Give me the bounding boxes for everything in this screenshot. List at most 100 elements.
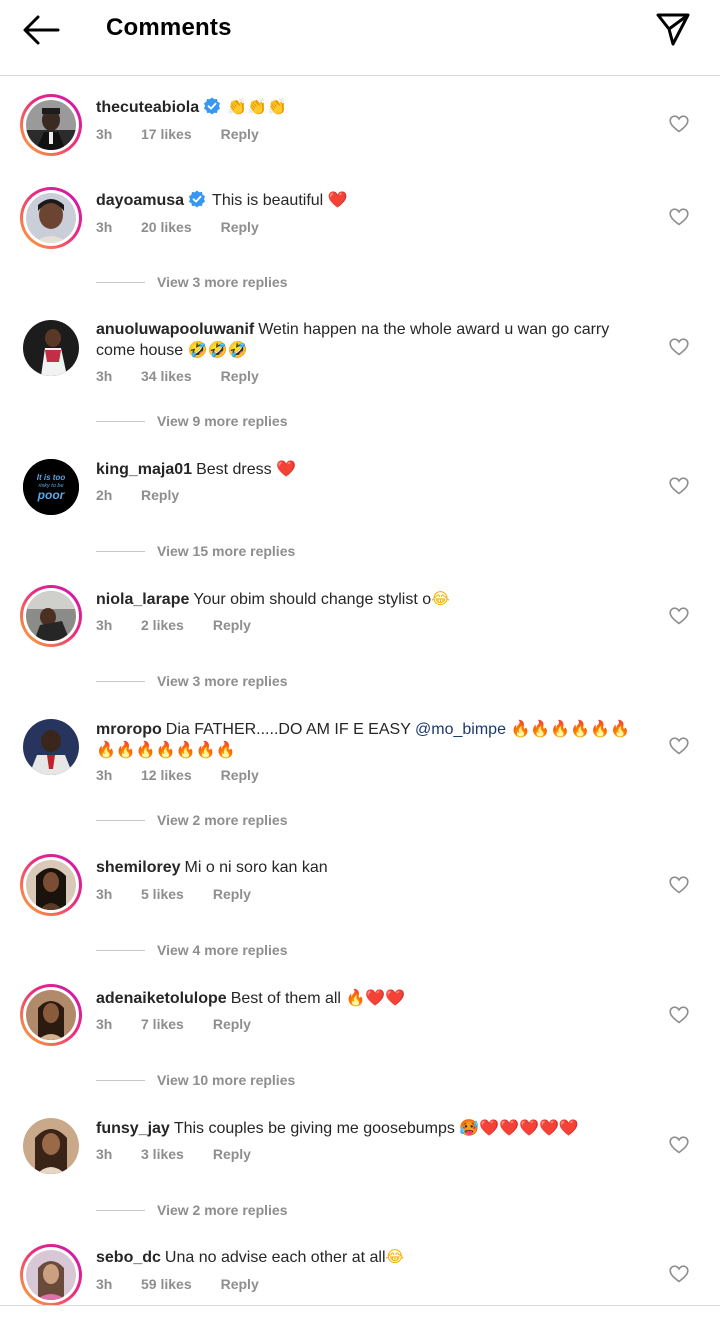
view-more-replies[interactable]: View 3 more replies: [96, 272, 287, 292]
comment-username[interactable]: niola_larape: [96, 591, 189, 608]
comment-likes[interactable]: 59 likes: [141, 1276, 192, 1292]
comment-meta: 3h 7 likes Reply: [96, 1016, 251, 1032]
avatar[interactable]: [20, 984, 82, 1046]
comment-username[interactable]: king_maja01: [96, 461, 192, 478]
comment-text: funsy_jay This couples be giving me goose…: [96, 1118, 644, 1139]
divider: [96, 420, 145, 422]
avatar[interactable]: [20, 187, 82, 249]
comment-likes[interactable]: 20 likes: [141, 219, 192, 235]
avatar[interactable]: [20, 1115, 82, 1177]
avatar[interactable]: [20, 317, 82, 379]
divider: [96, 680, 145, 682]
divider: [96, 819, 145, 821]
reply-button[interactable]: Reply: [221, 368, 259, 384]
reply-button[interactable]: Reply: [221, 1276, 259, 1292]
comment-username[interactable]: mroropo: [96, 721, 162, 738]
avatar[interactable]: [20, 1244, 82, 1306]
comment-username[interactable]: shemilorey: [96, 859, 180, 876]
view-more-replies[interactable]: View 10 more replies: [96, 1070, 295, 1090]
comment-text: mroropo Dia FATHER.....DO AM IF E EASY @m…: [96, 719, 644, 761]
view-more-replies-label: View 15 more replies: [157, 543, 296, 559]
view-more-replies[interactable]: View 2 more replies: [96, 1200, 287, 1220]
comment-username[interactable]: thecuteabiola: [96, 99, 199, 116]
divider: [96, 550, 145, 552]
comment-likes[interactable]: 12 likes: [141, 767, 192, 783]
comment-text: sebo_dc Una no advise each other at all😂: [96, 1247, 644, 1268]
comment-username[interactable]: anuoluwapooluwanif: [96, 321, 254, 338]
comment-text: king_maja01 Best dress ❤️: [96, 459, 644, 480]
comment-emoji: 🔥❤️❤️: [345, 988, 406, 1007]
reply-button[interactable]: Reply: [213, 886, 251, 902]
avatar[interactable]: [20, 716, 82, 778]
comment-username[interactable]: dayoamusa: [96, 192, 184, 209]
comment-meta: 3h 3 likes Reply: [96, 1146, 251, 1162]
comment-likes[interactable]: 34 likes: [141, 368, 192, 384]
comment-emoji: 😂: [385, 1247, 405, 1266]
comment-text: adenaiketolulope Best of them all 🔥❤️❤️: [96, 988, 644, 1009]
mention-link[interactable]: @mo_bimpe: [415, 721, 506, 738]
reply-button[interactable]: Reply: [221, 126, 259, 142]
heart-icon[interactable]: [669, 607, 689, 625]
comment-likes[interactable]: 5 likes: [141, 886, 184, 902]
avatar[interactable]: [20, 585, 82, 647]
comment-likes[interactable]: 7 likes: [141, 1016, 184, 1032]
reply-button[interactable]: Reply: [213, 1016, 251, 1032]
view-more-replies[interactable]: View 3 more replies: [96, 671, 287, 691]
comment-meta: 3h 5 likes Reply: [96, 886, 251, 902]
comment-username[interactable]: funsy_jay: [96, 1120, 170, 1137]
divider: [96, 281, 145, 283]
comment-text: thecuteabiola 👏👏👏: [96, 97, 644, 118]
reply-button[interactable]: Reply: [221, 219, 259, 235]
avatar[interactable]: It is too risky to be poor: [20, 456, 82, 518]
heart-icon[interactable]: [669, 1006, 689, 1024]
view-more-replies[interactable]: View 15 more replies: [96, 541, 295, 561]
comment-time: 3h: [96, 126, 113, 142]
reply-button[interactable]: Reply: [213, 617, 251, 633]
comment-username[interactable]: adenaiketolulope: [96, 990, 227, 1007]
comment-emoji: 😂: [431, 589, 450, 608]
heart-icon[interactable]: [669, 1265, 689, 1283]
view-more-replies-label: View 4 more replies: [157, 942, 288, 958]
page-title: Comments: [106, 14, 232, 41]
divider: [96, 1209, 145, 1211]
comment-emoji: ❤️: [327, 190, 348, 209]
comment-time: 3h: [96, 1276, 113, 1292]
reply-button[interactable]: Reply: [221, 767, 259, 783]
comment-meta: 2h Reply: [96, 487, 179, 503]
comment-likes[interactable]: 3 likes: [141, 1146, 184, 1162]
comment-time: 3h: [96, 767, 113, 783]
heart-icon[interactable]: [669, 477, 689, 495]
view-more-replies-label: View 3 more replies: [157, 274, 288, 290]
comment-time: 2h: [96, 487, 113, 503]
reply-button[interactable]: Reply: [141, 487, 179, 503]
comment-emoji: 👏👏👏: [227, 97, 287, 116]
comment-likes[interactable]: 2 likes: [141, 617, 184, 633]
view-more-replies[interactable]: View 4 more replies: [96, 940, 287, 960]
heart-icon[interactable]: [669, 1136, 689, 1154]
bottom-divider: [0, 1305, 720, 1306]
avatar[interactable]: [20, 854, 82, 916]
view-more-replies-label: View 2 more replies: [157, 812, 288, 828]
comment-meta: 3h 34 likes Reply: [96, 368, 259, 384]
comment-body: Best dress: [196, 461, 272, 478]
comment-body: Your obim should change stylist o: [193, 591, 432, 608]
heart-icon[interactable]: [669, 338, 689, 356]
heart-icon[interactable]: [669, 737, 689, 755]
direct-send-icon[interactable]: [654, 10, 692, 48]
reply-button[interactable]: Reply: [213, 1146, 251, 1162]
divider: [96, 1079, 145, 1081]
view-more-replies[interactable]: View 9 more replies: [96, 411, 287, 431]
avatar[interactable]: [20, 94, 82, 156]
divider: [96, 949, 145, 951]
comment-likes[interactable]: 17 likes: [141, 126, 192, 142]
verified-badge-icon: [189, 190, 206, 208]
heart-icon[interactable]: [669, 115, 689, 133]
comment-username[interactable]: sebo_dc: [96, 1249, 161, 1266]
heart-icon[interactable]: [669, 208, 689, 226]
comment-text: niola_larape Your obim should change styl…: [96, 589, 644, 610]
view-more-replies[interactable]: View 2 more replies: [96, 810, 287, 830]
back-arrow-icon[interactable]: [20, 12, 62, 48]
view-more-replies-label: View 3 more replies: [157, 673, 288, 689]
comment-body: This is beautiful: [212, 192, 324, 209]
heart-icon[interactable]: [669, 876, 689, 894]
